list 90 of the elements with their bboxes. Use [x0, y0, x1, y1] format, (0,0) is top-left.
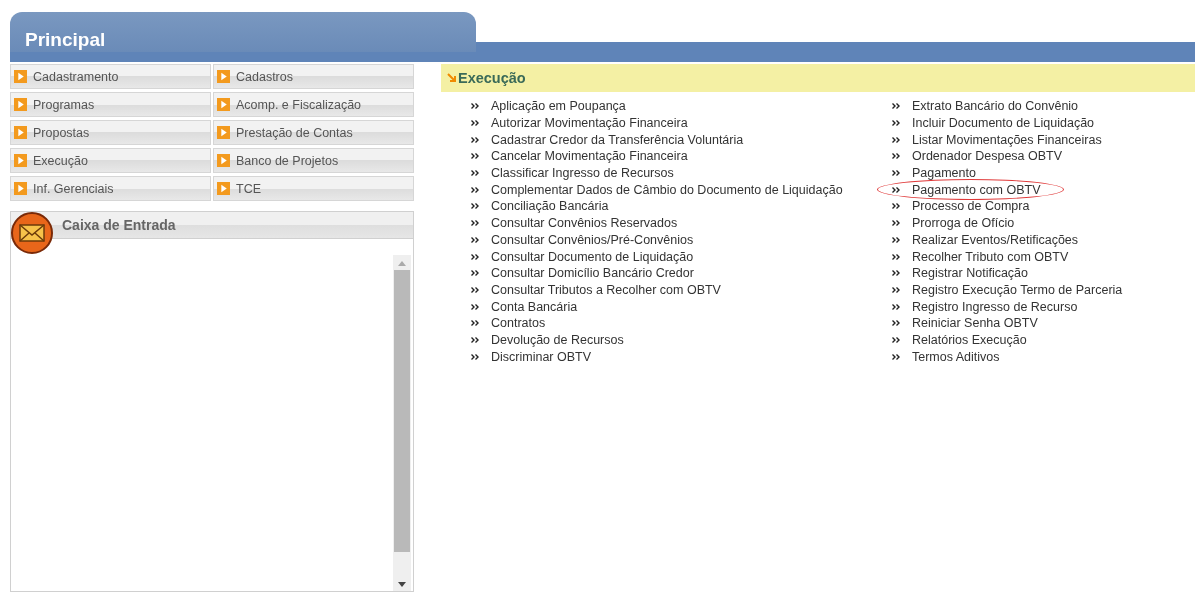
menu-link[interactable]: Registro Ingresso de Recurso — [912, 299, 1078, 314]
scrollbar[interactable] — [393, 255, 411, 591]
double-chevron-icon — [471, 186, 479, 193]
double-chevron-icon — [892, 353, 900, 360]
double-chevron-icon — [892, 253, 900, 260]
section-title: Execução — [458, 70, 526, 86]
double-chevron-icon — [892, 286, 900, 293]
play-icon — [14, 70, 27, 83]
double-chevron-icon — [471, 103, 479, 110]
menu-link[interactable]: Registrar Notificação — [912, 266, 1028, 281]
double-chevron-icon — [892, 320, 900, 327]
play-icon — [14, 182, 27, 195]
menu-link[interactable]: Processo de Compra — [912, 199, 1030, 214]
double-chevron-icon — [471, 303, 479, 310]
menu-link[interactable]: Classificar Ingresso de Recursos — [491, 166, 674, 181]
menu-link[interactable]: Complementar Dados de Câmbio do Documento de Liquidação — [491, 182, 843, 197]
play-icon — [14, 126, 27, 139]
menu-button[interactable]: Inf. Gerenciais — [10, 176, 211, 201]
double-chevron-icon — [471, 286, 479, 293]
menu-link[interactable]: Registro Execução Termo de Parceria — [912, 282, 1123, 297]
double-chevron-icon — [892, 186, 900, 193]
menu-link[interactable]: Conciliação Bancária — [491, 199, 609, 214]
menu-link[interactable]: Discriminar OBTV — [491, 349, 591, 364]
double-chevron-icon — [471, 253, 479, 260]
menu-button[interactable]: Execução — [10, 148, 211, 173]
menu-link[interactable]: Prorroga de Ofício — [912, 216, 1015, 231]
menu-button[interactable]: Cadastramento — [10, 64, 211, 89]
play-icon — [217, 154, 230, 167]
play-icon — [14, 98, 27, 111]
arrow-icon — [447, 73, 457, 83]
double-chevron-icon — [892, 336, 900, 343]
menu-link[interactable]: Recolher Tributo com OBTV — [912, 249, 1069, 264]
double-chevron-icon — [892, 236, 900, 243]
menu-link[interactable]: Listar Movimentações Financeiras — [912, 132, 1102, 147]
menu-button[interactable]: Banco de Projetos — [213, 148, 414, 173]
double-chevron-icon — [892, 203, 900, 210]
menu-link[interactable]: Reiniciar Senha OBTV — [912, 316, 1038, 331]
page-title: Principal — [25, 28, 106, 52]
menu-button[interactable]: Cadastros — [213, 64, 414, 89]
menu-link[interactable]: Aplicação em Poupança — [491, 99, 626, 114]
menu-link[interactable]: Incluir Documento de Liquidação — [912, 116, 1095, 131]
double-chevron-icon — [471, 336, 479, 343]
double-chevron-icon — [471, 320, 479, 327]
double-chevron-icon — [471, 270, 479, 277]
menu-link[interactable]: Consultar Convênios/Pré-Convênios — [491, 232, 694, 247]
double-chevron-icon — [892, 220, 900, 227]
menu-link[interactable]: Consultar Tributos a Recolher com OBTV — [491, 282, 721, 297]
double-chevron-icon — [471, 236, 479, 243]
menu-link[interactable]: Cadastrar Credor da Transferência Voluntária — [491, 132, 744, 147]
menu-link[interactable]: Extrato Bancário do Convênio — [912, 99, 1079, 114]
menu-button[interactable]: Programas — [10, 92, 211, 117]
menu-button[interactable]: Prestação de Contas — [213, 120, 414, 145]
menu-button[interactable]: Propostas — [10, 120, 211, 145]
play-icon — [217, 98, 230, 111]
play-icon — [217, 70, 230, 83]
play-icon — [14, 154, 27, 167]
double-chevron-icon — [471, 153, 479, 160]
menu-link[interactable]: Contratos — [491, 316, 546, 331]
inbox-title: Caixa de Entrada — [62, 217, 176, 233]
play-icon — [217, 126, 230, 139]
double-chevron-icon — [471, 120, 479, 127]
menu-link[interactable]: Autorizar Movimentação Financeira — [491, 116, 688, 131]
double-chevron-icon — [471, 136, 479, 143]
double-chevron-icon — [892, 136, 900, 143]
double-chevron-icon — [892, 120, 900, 127]
envelope-icon — [10, 211, 54, 255]
menu-link[interactable]: Realizar Eventos/Retificações — [912, 232, 1079, 247]
menu-link[interactable]: Consultar Convênios Reservados — [491, 216, 678, 231]
double-chevron-icon — [892, 103, 900, 110]
menu-link[interactable]: Ordenador Despesa OBTV — [912, 149, 1063, 164]
menu-button[interactable]: Acomp. e Fiscalização — [213, 92, 414, 117]
menu-button[interactable]: TCE — [213, 176, 414, 201]
menu-link[interactable]: Termos Aditivos — [912, 349, 1000, 364]
double-chevron-icon — [471, 353, 479, 360]
menu-link[interactable]: Cancelar Movimentação Financeira — [491, 149, 688, 164]
double-chevron-icon — [892, 270, 900, 277]
menu-link[interactable]: Devolução de Recursos — [491, 332, 624, 347]
menu-link[interactable]: Pagamento — [912, 166, 976, 181]
menu-link[interactable]: Consultar Domicílio Bancário Credor — [491, 266, 694, 281]
double-chevron-icon — [892, 170, 900, 177]
double-chevron-icon — [471, 220, 479, 227]
play-icon — [217, 182, 230, 195]
double-chevron-icon — [471, 203, 479, 210]
menu-link[interactable]: Pagamento com OBTV — [912, 182, 1041, 197]
double-chevron-icon — [892, 153, 900, 160]
double-chevron-icon — [892, 303, 900, 310]
double-chevron-icon — [471, 170, 479, 177]
menu-link[interactable]: Conta Bancária — [491, 299, 578, 314]
menu-link[interactable]: Consultar Documento de Liquidação — [491, 249, 694, 264]
menu-link[interactable]: Relatórios Execução — [912, 332, 1027, 347]
